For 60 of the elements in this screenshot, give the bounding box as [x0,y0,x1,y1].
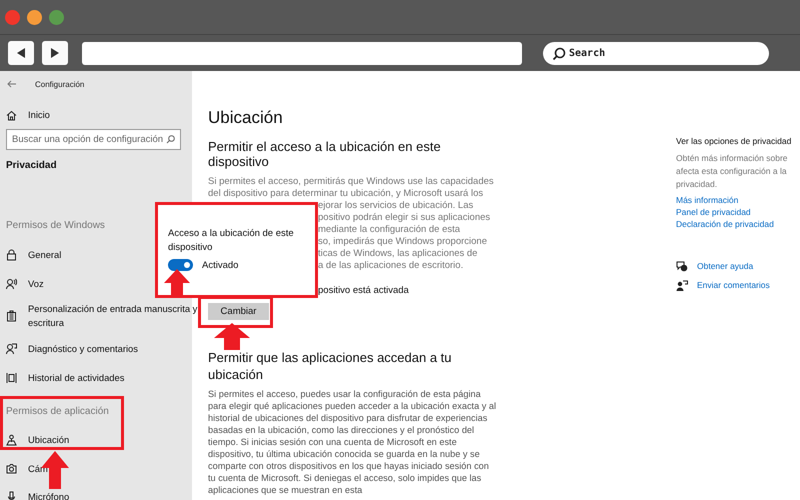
toggle-switch[interactable] [168,259,193,271]
feedback-icon [6,342,17,354]
sidebar-item[interactable]: Voz [6,269,200,298]
search-field[interactable]: Buscar una opción de configuración [6,129,181,150]
search-icon [166,135,175,144]
description-text: so, impedirás que Windows proporcione [318,236,487,248]
description-text: ejorar los servicios de ubicación. Las [318,200,474,212]
section-heading: Permisos de aplicación [6,406,109,416]
voice-icon [6,278,17,290]
timeline-icon [6,372,17,384]
privacy-link[interactable]: Panel de privacidad [676,206,800,218]
page-title: Ubicación [208,108,284,128]
sidebar-item[interactable]: Personalización de entrada manuscrita y escritura [6,298,200,334]
description-text: ticas de Windows, las aplicaciones de [318,248,478,260]
lock-icon [6,248,17,260]
description-text: Si permites el acceso, permitirás que Windows use las capacidades [208,176,494,188]
description-text: a de las aplicaciones de escritorio. [318,260,464,272]
right-triangle-icon [49,47,61,59]
search-icon [552,46,566,60]
sidebar-item[interactable]: Micrófono [6,483,200,500]
window-title: Configuración [35,80,84,88]
description-text: del dispositivo para determinar tu ubicación, y Microsoft usará los [208,188,484,200]
home-icon [6,110,17,120]
sidebar-item[interactable]: Diagnóstico y comentarios [6,334,200,363]
setting-label: Acceso a la ubicación de este dispositivo [168,227,295,255]
search-field[interactable]: Search [543,42,769,64]
forward-button[interactable] [42,41,68,65]
up-arrow [214,323,250,350]
address-field[interactable] [82,42,522,64]
back-button[interactable] [8,41,34,65]
description-text: mediante la configuración de esta [318,224,460,236]
close-dot[interactable] [5,10,20,24]
sidebar-item[interactable]: Ubicación [6,426,200,454]
privacy-link[interactable]: Más información [676,194,800,206]
status-text: positivo está activada [318,285,409,297]
people-icon [676,280,688,290]
section-heading: Permitir que las aplicaciones accedan a tu ubicación [208,349,453,383]
aside-heading: Ver las opciones de privacidad [676,136,792,146]
person-pin-icon [6,434,17,446]
left-triangle-icon [15,47,27,59]
camera-icon [6,462,17,475]
back-arrow-icon[interactable] [7,80,17,88]
help-bubble-icon [676,260,688,272]
privacy-link[interactable]: Declaración de privacidad [676,218,800,230]
zoom-dot[interactable] [49,10,64,24]
help-link[interactable]: Obtener ayuda [697,260,754,272]
clipboard-icon [6,310,17,322]
sidebar-item[interactable]: Inicio [6,101,200,129]
aside-text: Obtén más información sobre afecta esta configuración a la privacidad. [676,152,788,191]
change-button[interactable]: Cambiar [208,303,269,320]
toggle-state: Activado [202,260,238,270]
category-heading: Privacidad [6,160,58,171]
section-heading: Permisos de Windows [6,220,105,230]
help-link[interactable]: Enviar comentarios [697,279,770,291]
description-text: positivo podrán elegir si sus aplicaciones [318,212,490,224]
section-heading: Permitir el acceso a la ubicación en este dispositivo [208,139,442,169]
minimize-dot[interactable] [27,10,42,24]
description-text: Si permites el acceso, puedes usar la configuración de esta página para elegir qué aplicaciones pueden acceder a la ubicación exacta y al historial de ubicaciones del dispositivo para disfrutar de experiencias basadas en la ubicación, como las direcciones y el pronóstico del tiempo. Si inicias sesión con una cuenta de Microsoft en este dispositivo, tu última ubicación conocida se guarda en la nube y se comparte con otros dispositivos en los que hayas iniciado sesión con tu cuenta de Microsoft. Si deniegas el acceso, solo impides que las aplicaciones que se muestran en esta [208,388,498,496]
microphone-icon [6,491,17,500]
sidebar-item[interactable]: Historial de actividades [6,363,200,392]
